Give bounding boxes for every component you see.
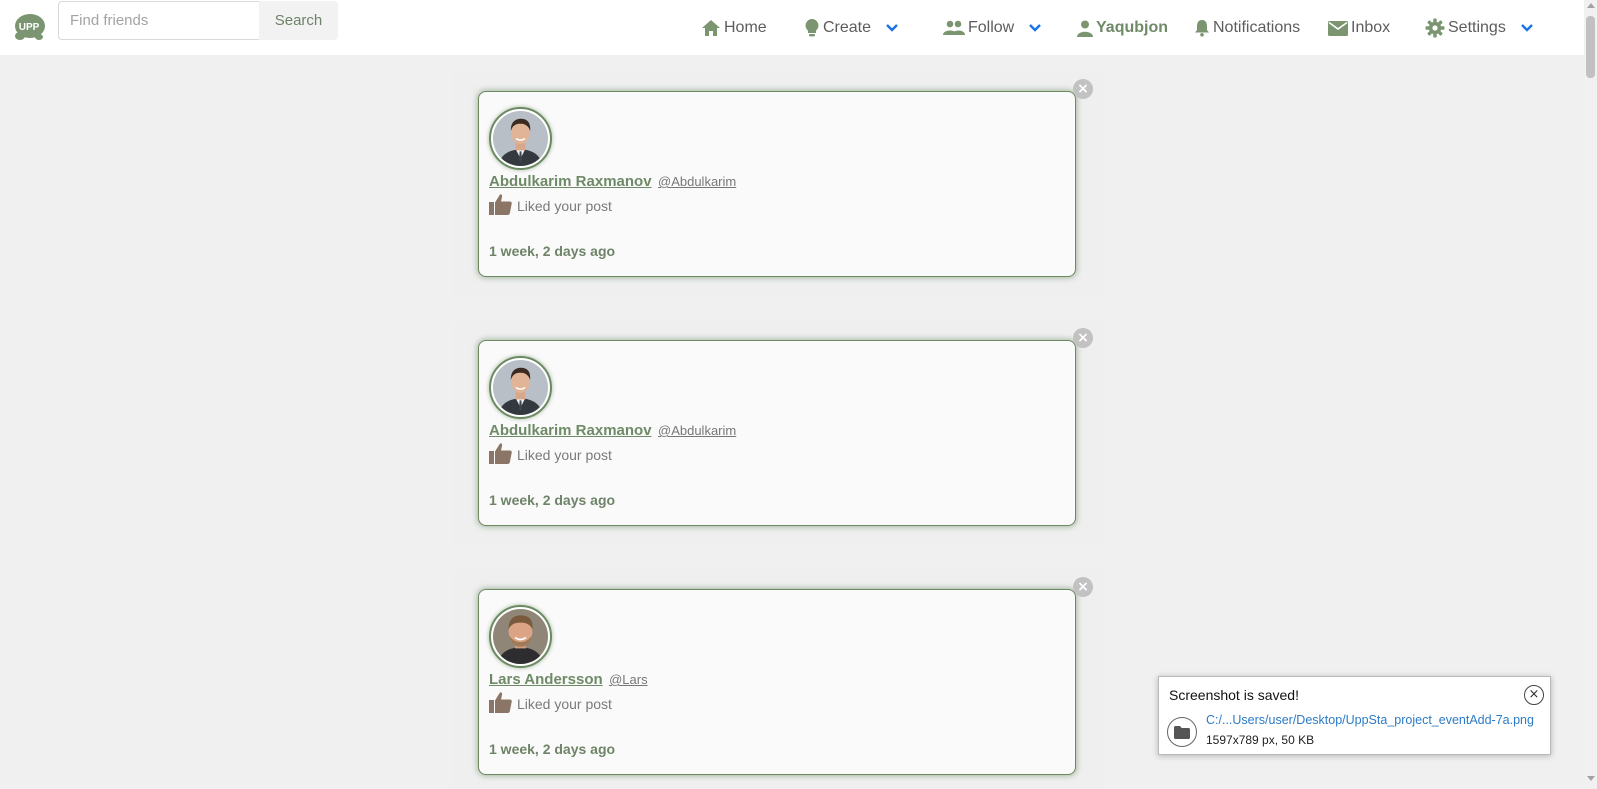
notification-user: Lars Andersson @Lars: [489, 671, 648, 689]
dismiss-button[interactable]: ×: [1073, 577, 1093, 597]
nav-create[interactable]: Create: [804, 14, 898, 42]
notification-user: Abdulkarim Raxmanov @Abdulkarim: [489, 422, 736, 440]
avatar[interactable]: [489, 605, 552, 668]
notification-action: Liked your post: [489, 692, 612, 713]
nav-settings[interactable]: Settings: [1425, 14, 1533, 42]
toast-close-button[interactable]: ×: [1524, 685, 1544, 705]
page-scrollbar[interactable]: [1584, 0, 1597, 789]
user-handle-link[interactable]: @Abdulkarim: [658, 423, 736, 438]
thumbs-up-icon: [489, 692, 512, 713]
lightbulb-icon: [805, 19, 819, 37]
avatar-photo: [493, 609, 548, 664]
toast-title: Screenshot is saved!: [1169, 687, 1299, 703]
avatar-photo: [493, 360, 548, 415]
search-input[interactable]: [58, 1, 259, 40]
open-folder-button[interactable]: [1167, 717, 1197, 747]
nav-create-label: Create: [823, 19, 872, 36]
folder-icon: [1174, 725, 1190, 739]
nav-inbox-label: Inbox: [1351, 19, 1391, 36]
chevron-down-icon: [886, 24, 898, 32]
nav-notifications-label: Notifications: [1213, 19, 1301, 36]
top-navbar: UPP Search Home Create Follow Yaqubjon N…: [0, 0, 1584, 55]
saved-file-path-link[interactable]: C:/...Users/user/Desktop/UppSta_project_…: [1206, 713, 1534, 727]
scroll-down-arrow-icon[interactable]: [1587, 776, 1595, 781]
nav-follow[interactable]: Follow: [943, 14, 1042, 42]
user-name-link[interactable]: Lars Andersson: [489, 671, 603, 688]
search-button[interactable]: Search: [259, 1, 338, 40]
dismiss-button[interactable]: ×: [1073, 79, 1093, 99]
notification-card: Abdulkarim Raxmanov @Abdulkarim Liked yo…: [478, 340, 1076, 526]
envelope-icon: [1328, 20, 1348, 36]
chevron-down-icon: [1029, 24, 1042, 32]
user-name-link[interactable]: Abdulkarim Raxmanov: [489, 173, 652, 190]
nav-home[interactable]: Home: [701, 14, 767, 42]
nav-settings-label: Settings: [1448, 19, 1506, 36]
nav-inbox[interactable]: Inbox: [1328, 14, 1390, 42]
notification-time: 1 week, 2 days ago: [489, 492, 616, 508]
logo-icon[interactable]: UPP: [12, 12, 46, 42]
avatar-photo: [493, 111, 548, 166]
home-icon: [702, 20, 720, 36]
thumbs-up-icon: [489, 443, 512, 464]
gear-icon: [1425, 18, 1445, 38]
thumbs-up-icon: [489, 194, 512, 215]
notification-card: Lars Andersson @Lars Liked your post 1 w…: [478, 589, 1076, 775]
notification-item: Abdulkarim Raxmanov @Abdulkarim Liked yo…: [454, 321, 1103, 546]
saved-file-meta: 1597x789 px, 50 KB: [1206, 733, 1315, 747]
nav-profile[interactable]: Yaqubjon: [1077, 14, 1168, 42]
notification-user: Abdulkarim Raxmanov @Abdulkarim: [489, 173, 736, 191]
nav-notifications[interactable]: Notifications: [1194, 14, 1300, 42]
scroll-up-arrow-icon[interactable]: [1587, 3, 1595, 8]
screenshot-saved-toast: Screenshot is saved! × C:/...Users/user/…: [1158, 676, 1551, 755]
notification-time: 1 week, 2 days ago: [489, 741, 616, 757]
notification-item: Abdulkarim Raxmanov @Abdulkarim Liked yo…: [454, 72, 1103, 297]
action-text: Liked your post: [517, 198, 612, 214]
notification-action: Liked your post: [489, 194, 612, 215]
dismiss-button[interactable]: ×: [1073, 328, 1093, 348]
user-name-link[interactable]: Abdulkarim Raxmanov: [489, 422, 652, 439]
notification-time: 1 week, 2 days ago: [489, 243, 616, 259]
nav-follow-label: Follow: [968, 19, 1015, 36]
action-text: Liked your post: [517, 447, 612, 463]
notification-action: Liked your post: [489, 443, 612, 464]
notification-item: Lars Andersson @Lars Liked your post 1 w…: [454, 570, 1103, 789]
nav-home-label: Home: [724, 19, 767, 36]
notification-card: Abdulkarim Raxmanov @Abdulkarim Liked yo…: [478, 91, 1076, 277]
action-text: Liked your post: [517, 696, 612, 712]
scrollbar-thumb[interactable]: [1586, 16, 1595, 78]
people-icon: [943, 20, 965, 35]
logo-text: UPP: [19, 22, 40, 33]
avatar[interactable]: [489, 107, 552, 170]
bell-icon: [1195, 20, 1209, 37]
user-handle-link[interactable]: @Abdulkarim: [658, 174, 736, 189]
chevron-down-icon: [1520, 24, 1533, 32]
user-handle-link[interactable]: @Lars: [609, 672, 648, 687]
person-icon: [1077, 20, 1093, 37]
nav-profile-label: Yaqubjon: [1096, 19, 1168, 36]
avatar[interactable]: [489, 356, 552, 419]
